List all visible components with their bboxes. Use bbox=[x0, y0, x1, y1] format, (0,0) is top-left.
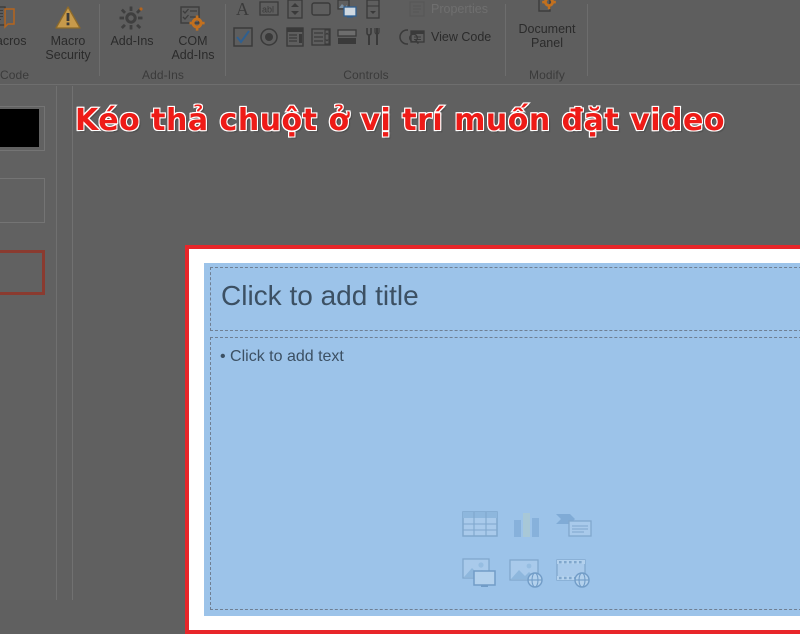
title-placeholder[interactable]: Click to add title bbox=[210, 267, 800, 331]
macros-icon bbox=[0, 6, 15, 29]
spin-button-control-icon[interactable] bbox=[284, 0, 306, 20]
command-button-control-icon[interactable] bbox=[310, 0, 332, 20]
check-box-control-icon[interactable] bbox=[232, 26, 254, 48]
macro-security-line2: Security bbox=[45, 48, 91, 62]
list-box-control-icon[interactable] bbox=[284, 26, 306, 48]
macros-button-label: Macros bbox=[0, 34, 27, 48]
add-ins-button[interactable]: Add-Ins bbox=[102, 4, 162, 48]
macros-button[interactable]: Macros bbox=[0, 4, 38, 48]
com-add-ins-line2: Add-Ins bbox=[171, 48, 215, 62]
document-panel-icon bbox=[538, 0, 556, 12]
pane-divider bbox=[56, 86, 57, 600]
com-add-ins-line1: COM bbox=[178, 34, 208, 48]
add-ins-button-label: Add-Ins bbox=[110, 34, 154, 48]
insert-chart-icon[interactable] bbox=[508, 510, 546, 540]
insert-smartart-icon[interactable] bbox=[555, 510, 593, 540]
properties-button[interactable]: Properties bbox=[408, 0, 488, 20]
label-control-icon[interactable]: A bbox=[232, 0, 254, 20]
insert-picture-icon[interactable] bbox=[461, 558, 499, 588]
properties-icon bbox=[409, 1, 425, 17]
view-code-label: View Code bbox=[431, 30, 492, 44]
option-button-control-icon[interactable] bbox=[258, 26, 280, 48]
macro-security-icon bbox=[55, 6, 81, 29]
add-ins-gear-icon bbox=[119, 6, 143, 30]
slide-thumbnail-pane[interactable] bbox=[0, 86, 57, 600]
insert-video-icon[interactable] bbox=[555, 558, 593, 588]
document-panel-button[interactable]: Document Panel bbox=[506, 0, 588, 50]
group-label-controls: Controls bbox=[343, 68, 389, 82]
view-code-icon bbox=[409, 30, 425, 45]
group-label-code: Code bbox=[0, 68, 30, 82]
document-panel-line2: Panel bbox=[531, 36, 563, 50]
text-box-control-icon[interactable]: abl bbox=[258, 0, 280, 20]
ribbon-group-modify: Document Panel Modify bbox=[506, 0, 588, 85]
scroll-bar-control-icon[interactable] bbox=[310, 26, 332, 48]
content-placeholder-text: • Click to add text bbox=[220, 348, 344, 365]
macro-security-button[interactable]: Macro Security bbox=[36, 4, 100, 62]
svg-text:A: A bbox=[236, 0, 249, 19]
combo-box-control-icon[interactable] bbox=[362, 0, 384, 20]
more-controls-icon[interactable] bbox=[362, 26, 384, 48]
insert-online-picture-icon[interactable] bbox=[508, 558, 546, 588]
macro-security-line1: Macro bbox=[50, 34, 86, 48]
view-code-button[interactable]: View Code bbox=[408, 26, 491, 48]
toggle-button-control-icon[interactable] bbox=[336, 26, 358, 48]
ribbon: Macros Macro Security Code bbox=[0, 0, 800, 85]
slide-edit-area[interactable]: Click to add title • Click to add text bbox=[73, 86, 800, 634]
ribbon-group-add-ins: Add-Ins COM Add-Ins Add-Ins bbox=[100, 0, 226, 85]
partial-control-icon[interactable] bbox=[398, 26, 408, 48]
image-control-icon[interactable] bbox=[336, 0, 358, 20]
ribbon-group-code: Macros Macro Security Code bbox=[0, 0, 100, 85]
title-placeholder-text: Click to add title bbox=[221, 280, 419, 311]
content-insert-icon-cluster bbox=[461, 510, 593, 588]
content-placeholder[interactable]: • Click to add text bbox=[210, 337, 800, 610]
slide-thumbnail-2[interactable] bbox=[0, 178, 45, 223]
com-add-ins-icon bbox=[180, 6, 205, 31]
properties-label: Properties bbox=[431, 2, 488, 16]
current-slide[interactable]: Click to add title • Click to add text bbox=[204, 263, 800, 616]
com-add-ins-button[interactable]: COM Add-Ins bbox=[162, 4, 224, 62]
document-panel-line1: Document bbox=[518, 22, 576, 36]
ribbon-group-controls: A abl Properties View Code Controls bbox=[226, 0, 506, 85]
svg-text:abl: abl bbox=[262, 5, 274, 15]
group-label-modify: Modify bbox=[529, 68, 565, 82]
group-label-add-ins: Add-Ins bbox=[141, 68, 185, 82]
insert-table-icon[interactable] bbox=[461, 510, 499, 540]
slide-thumbnail-1[interactable] bbox=[0, 106, 45, 151]
slide-thumbnail-3[interactable] bbox=[0, 250, 45, 295]
